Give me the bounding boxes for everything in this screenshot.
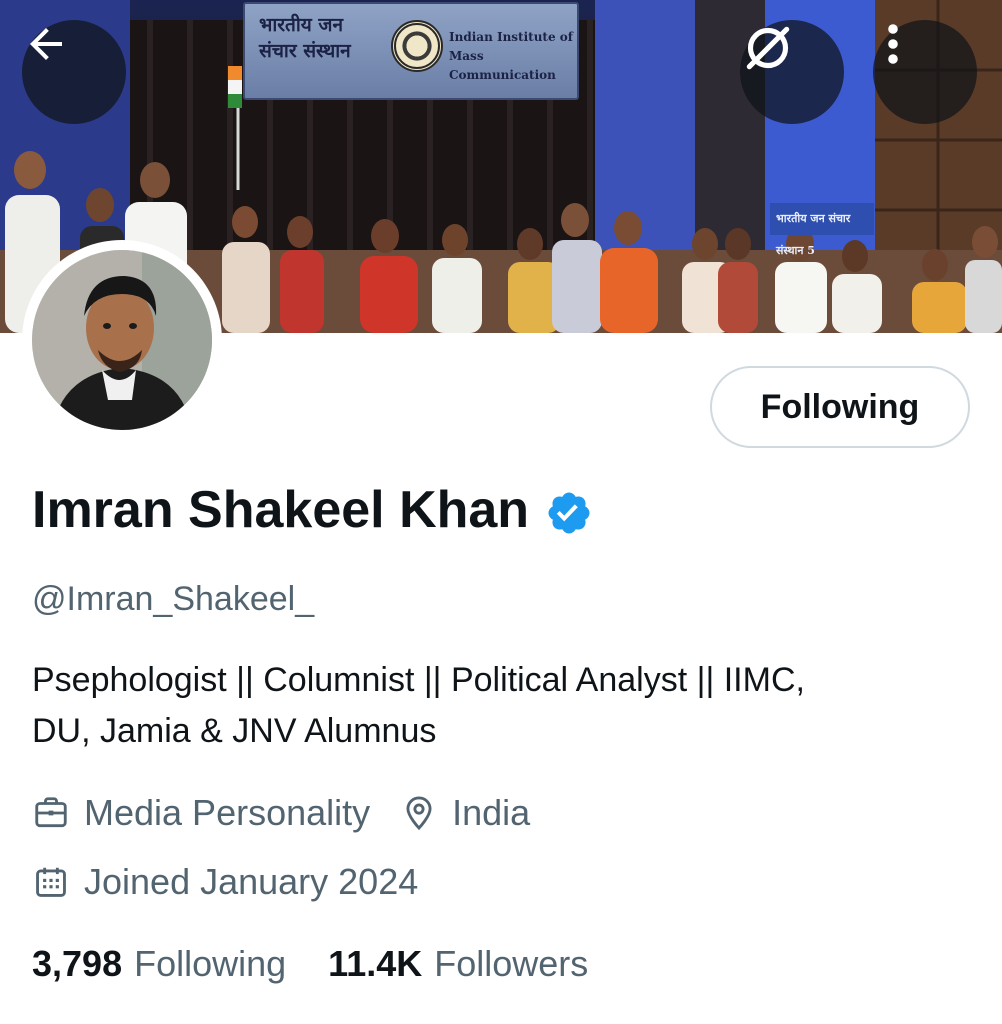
profile-name-row: Imran Shakeel Khan (32, 480, 593, 540)
joined-label: Joined January 2024 (84, 861, 419, 902)
sign-english-line2: Mass Communication (449, 49, 556, 82)
more-vertical-icon (888, 24, 898, 64)
briefcase-icon (35, 797, 67, 828)
sign-english-text: Indian Institute of Mass Communication (449, 28, 577, 85)
more-options-button[interactable] (873, 20, 977, 124)
followers-count: 11.4K (328, 943, 423, 984)
institute-sign-board: भारतीय जन संचार संस्थान Indian Institute… (243, 2, 579, 100)
following-label: Following (134, 943, 287, 984)
arrow-left-icon (30, 28, 62, 60)
institute-emblem-icon (391, 20, 443, 72)
profile-meta-row: Media Personality India (32, 792, 560, 834)
back-button[interactable] (22, 20, 126, 124)
follow-stats: 3,798 Following 11.4K Followers (32, 943, 630, 985)
category-item: Media Personality (32, 792, 370, 834)
following-button[interactable]: Following (710, 366, 970, 448)
category-label: Media Personality (84, 792, 371, 833)
username-handle: @Imran_Shakeel_ (32, 580, 315, 618)
verified-badge-icon[interactable] (545, 489, 593, 537)
location-pin-icon (406, 796, 432, 831)
following-count: 3,798 (32, 943, 123, 984)
display-name: Imran Shakeel Khan (32, 481, 530, 539)
joined-item: Joined January 2024 (32, 861, 418, 903)
side-sign: भारतीय जन संचार संस्थान 5 (770, 203, 874, 257)
search-button[interactable] (740, 20, 844, 124)
sign-hindi-line1: भारतीय जन (259, 14, 344, 36)
joined-row: Joined January 2024 (32, 861, 448, 903)
followers-label: Followers (434, 943, 589, 984)
location-item: India (400, 792, 530, 834)
avatar-frame[interactable] (22, 240, 222, 440)
following-stat-link[interactable]: 3,798 Following (32, 943, 286, 985)
sign-hindi-text: भारतीय जन संचार संस्थान (259, 12, 389, 64)
profile-bio: Psephologist || Columnist || Political A… (32, 655, 972, 757)
search-off-icon (746, 26, 790, 70)
location-label: India (452, 792, 531, 833)
avatar-photo (32, 250, 212, 430)
avatar[interactable] (32, 250, 212, 430)
bio-line-2: DU, Jamia & JNV Alumnus (32, 712, 437, 750)
followers-stat-link[interactable]: 11.4K Followers (328, 943, 588, 985)
sign-english-line1: Indian Institute of (449, 30, 573, 44)
sign-hindi-line2: संचार संस्थान (259, 40, 351, 62)
calendar-icon (36, 867, 66, 897)
bio-line-1: Psephologist || Columnist || Political A… (32, 661, 805, 699)
